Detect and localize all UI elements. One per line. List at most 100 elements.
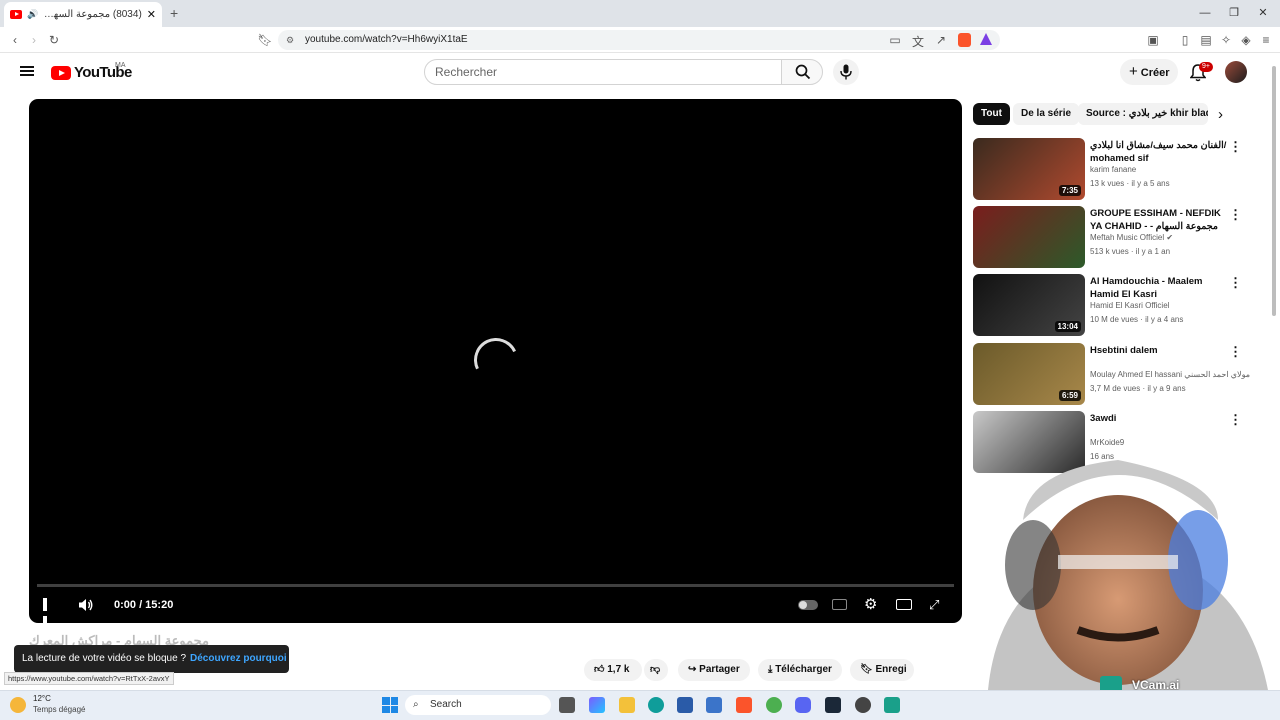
- webcam-overlay: [968, 440, 1280, 690]
- guide-menu-icon[interactable]: [20, 64, 34, 78]
- more-options-icon[interactable]: ⋮: [1229, 208, 1242, 221]
- brave-rewards-icon[interactable]: [980, 33, 992, 45]
- recommendation-channel[interactable]: karim fanane: [1090, 165, 1136, 174]
- reload-icon[interactable]: ↻: [46, 33, 62, 47]
- brave-shields-icon[interactable]: [958, 33, 971, 47]
- voice-search-button[interactable]: [833, 59, 859, 85]
- save-button[interactable]: 🔖︎ Enregi: [850, 659, 914, 681]
- chrome-icon[interactable]: [766, 697, 782, 713]
- share-button[interactable]: ↪ Partager: [678, 659, 750, 681]
- recommendation-thumbnail[interactable]: 13:04: [973, 274, 1085, 336]
- like-button[interactable]: 👍︎ 1,7 k: [584, 659, 642, 681]
- save-label: Enregi: [875, 664, 907, 675]
- recommendation-title[interactable]: GROUPE ESSIHAM - NEFDIK YA CHAHID - مجمو…: [1090, 207, 1230, 233]
- microphone-icon: [840, 64, 852, 80]
- volume-icon[interactable]: [78, 597, 94, 613]
- recommendation-channel[interactable]: Meftah Music Officiel ✔: [1090, 233, 1173, 242]
- brave-browser-icon[interactable]: [736, 697, 752, 713]
- taskbar-search[interactable]: ⌕ Search: [405, 695, 551, 715]
- recommendation-item[interactable]: 6:59 Hsebtini dalem Moulay Ahmed El hassan…: [973, 343, 1273, 407]
- search-input[interactable]: Rechercher: [424, 59, 782, 85]
- close-tab-icon[interactable]: ✕: [147, 8, 156, 21]
- steam-icon[interactable]: [825, 697, 841, 713]
- chip-series[interactable]: De la série: [1013, 103, 1080, 125]
- site-info-icon[interactable]: ⚙︎: [286, 30, 294, 50]
- recommendation-thumbnail[interactable]: 6:59: [973, 343, 1085, 405]
- start-button[interactable]: [382, 697, 398, 713]
- download-button[interactable]: ⤓ Télécharger: [758, 659, 842, 681]
- recommendation-item[interactable]: 7:35 الفنان محمد سيف/مشاق انا لبلادي/ moh…: [973, 138, 1273, 202]
- discord-icon[interactable]: [795, 697, 811, 713]
- file-explorer-icon[interactable]: [619, 697, 635, 713]
- more-options-icon[interactable]: ⋮: [1229, 140, 1242, 153]
- new-tab-icon[interactable]: +: [170, 5, 178, 21]
- tab-title: (8034) مجموعة السهام_مراكش: [43, 9, 142, 20]
- back-icon[interactable]: ‹: [7, 33, 23, 47]
- page-scrollbar[interactable]: [1270, 60, 1278, 320]
- recommendation-channel[interactable]: Moulay Ahmed El hassani مولاي احمد الحسن…: [1090, 370, 1250, 379]
- pause-button[interactable]: [43, 598, 55, 629]
- search-button[interactable]: [781, 59, 823, 85]
- leo-ai-icon[interactable]: ✧: [1218, 33, 1234, 47]
- chevron-right-icon[interactable]: ›: [1218, 106, 1223, 123]
- subtitles-icon[interactable]: [832, 599, 847, 610]
- settings-gear-icon[interactable]: ⚙︎: [864, 597, 877, 613]
- account-avatar[interactable]: [1225, 61, 1247, 83]
- sidebar-toggle-icon[interactable]: ▣: [1145, 33, 1161, 47]
- edge-icon[interactable]: [648, 697, 664, 713]
- vcam-app-icon[interactable]: [884, 697, 900, 713]
- weather-desc[interactable]: Temps dégagé: [33, 705, 85, 714]
- store-icon[interactable]: [677, 697, 693, 713]
- share-page-icon[interactable]: ↗: [933, 33, 949, 47]
- bookmark-icon[interactable]: 🔖︎: [257, 33, 273, 47]
- cast-icon[interactable]: ▭: [887, 33, 903, 47]
- fullscreen-icon[interactable]: ⤢: [929, 597, 939, 613]
- weather-temp[interactable]: 12°C: [33, 694, 51, 703]
- more-options-icon[interactable]: ⋮: [1229, 345, 1242, 358]
- recommendation-title[interactable]: الفنان محمد سيف/مشاق انا لبلادي/ mohamed…: [1090, 139, 1230, 165]
- copilot-icon[interactable]: [589, 697, 605, 713]
- tabs-icon[interactable]: ▯: [1177, 33, 1193, 47]
- recommendation-item[interactable]: 13:04 Al Hamdouchia - Maalem Hamid El Kas…: [973, 274, 1273, 338]
- recommendation-thumbnail[interactable]: [973, 206, 1085, 268]
- recommendation-title[interactable]: 3awdi: [1090, 412, 1230, 425]
- chip-all[interactable]: Tout: [973, 103, 1010, 125]
- restore-icon[interactable]: ❐: [1224, 4, 1244, 22]
- recommendation-title[interactable]: Al Hamdouchia - Maalem Hamid El Kasri: [1090, 275, 1230, 301]
- task-view-icon[interactable]: [559, 697, 575, 713]
- obs-icon[interactable]: [855, 697, 871, 713]
- recommendation-thumbnail[interactable]: 7:35: [973, 138, 1085, 200]
- recommendation-meta: 13 k vues · il y a 5 ans: [1090, 179, 1170, 188]
- speaker-icon: 🔊: [27, 9, 39, 19]
- wallet-icon[interactable]: ▤: [1198, 33, 1214, 47]
- recommendation-title[interactable]: Hsebtini dalem: [1090, 344, 1230, 357]
- translate-icon[interactable]: 文: [910, 33, 926, 50]
- minimize-icon[interactable]: —: [1195, 4, 1215, 22]
- time-display: 0:00 / 15:20: [114, 599, 174, 611]
- mail-icon[interactable]: [706, 697, 722, 713]
- progress-bar[interactable]: [37, 584, 954, 587]
- recommendation-meta: 3,7 M de vues · il y a 9 ans: [1090, 384, 1186, 393]
- toast-message: La lecture de votre vidéo se bloque ?: [22, 653, 186, 664]
- download-icon: ⤓: [768, 664, 773, 675]
- close-window-icon[interactable]: ✕: [1253, 4, 1273, 22]
- more-options-icon[interactable]: ⋮: [1229, 413, 1242, 426]
- taskbar-search-label: Search: [430, 699, 462, 710]
- theater-mode-icon[interactable]: [896, 599, 912, 610]
- browser-tab[interactable]: 🔊 (8034) مجموعة السهام_مراكش ✕: [4, 2, 162, 27]
- forward-icon[interactable]: ›: [26, 33, 42, 47]
- vpn-icon[interactable]: ◈: [1238, 33, 1254, 47]
- browser-menu-icon[interactable]: ≡: [1258, 33, 1274, 47]
- recommendation-item[interactable]: GROUPE ESSIHAM - NEFDIK YA CHAHID - مجمو…: [973, 206, 1273, 270]
- duration-badge: 7:35: [1058, 185, 1081, 196]
- autoplay-toggle[interactable]: [798, 600, 818, 610]
- create-button[interactable]: + Créer: [1120, 59, 1178, 85]
- more-options-icon[interactable]: ⋮: [1229, 276, 1242, 289]
- youtube-play-logo-icon: [51, 65, 71, 80]
- dislike-button[interactable]: 👎︎: [644, 659, 668, 681]
- weather-moon-icon[interactable]: [10, 697, 26, 713]
- chip-source[interactable]: Source : خير بلادي khir bladi tv: [1078, 103, 1208, 125]
- recommendation-channel[interactable]: Hamid El Kasri Officiel: [1090, 301, 1169, 310]
- plus-icon: +: [1129, 63, 1138, 80]
- toast-link[interactable]: Découvrez pourquoi: [190, 645, 287, 673]
